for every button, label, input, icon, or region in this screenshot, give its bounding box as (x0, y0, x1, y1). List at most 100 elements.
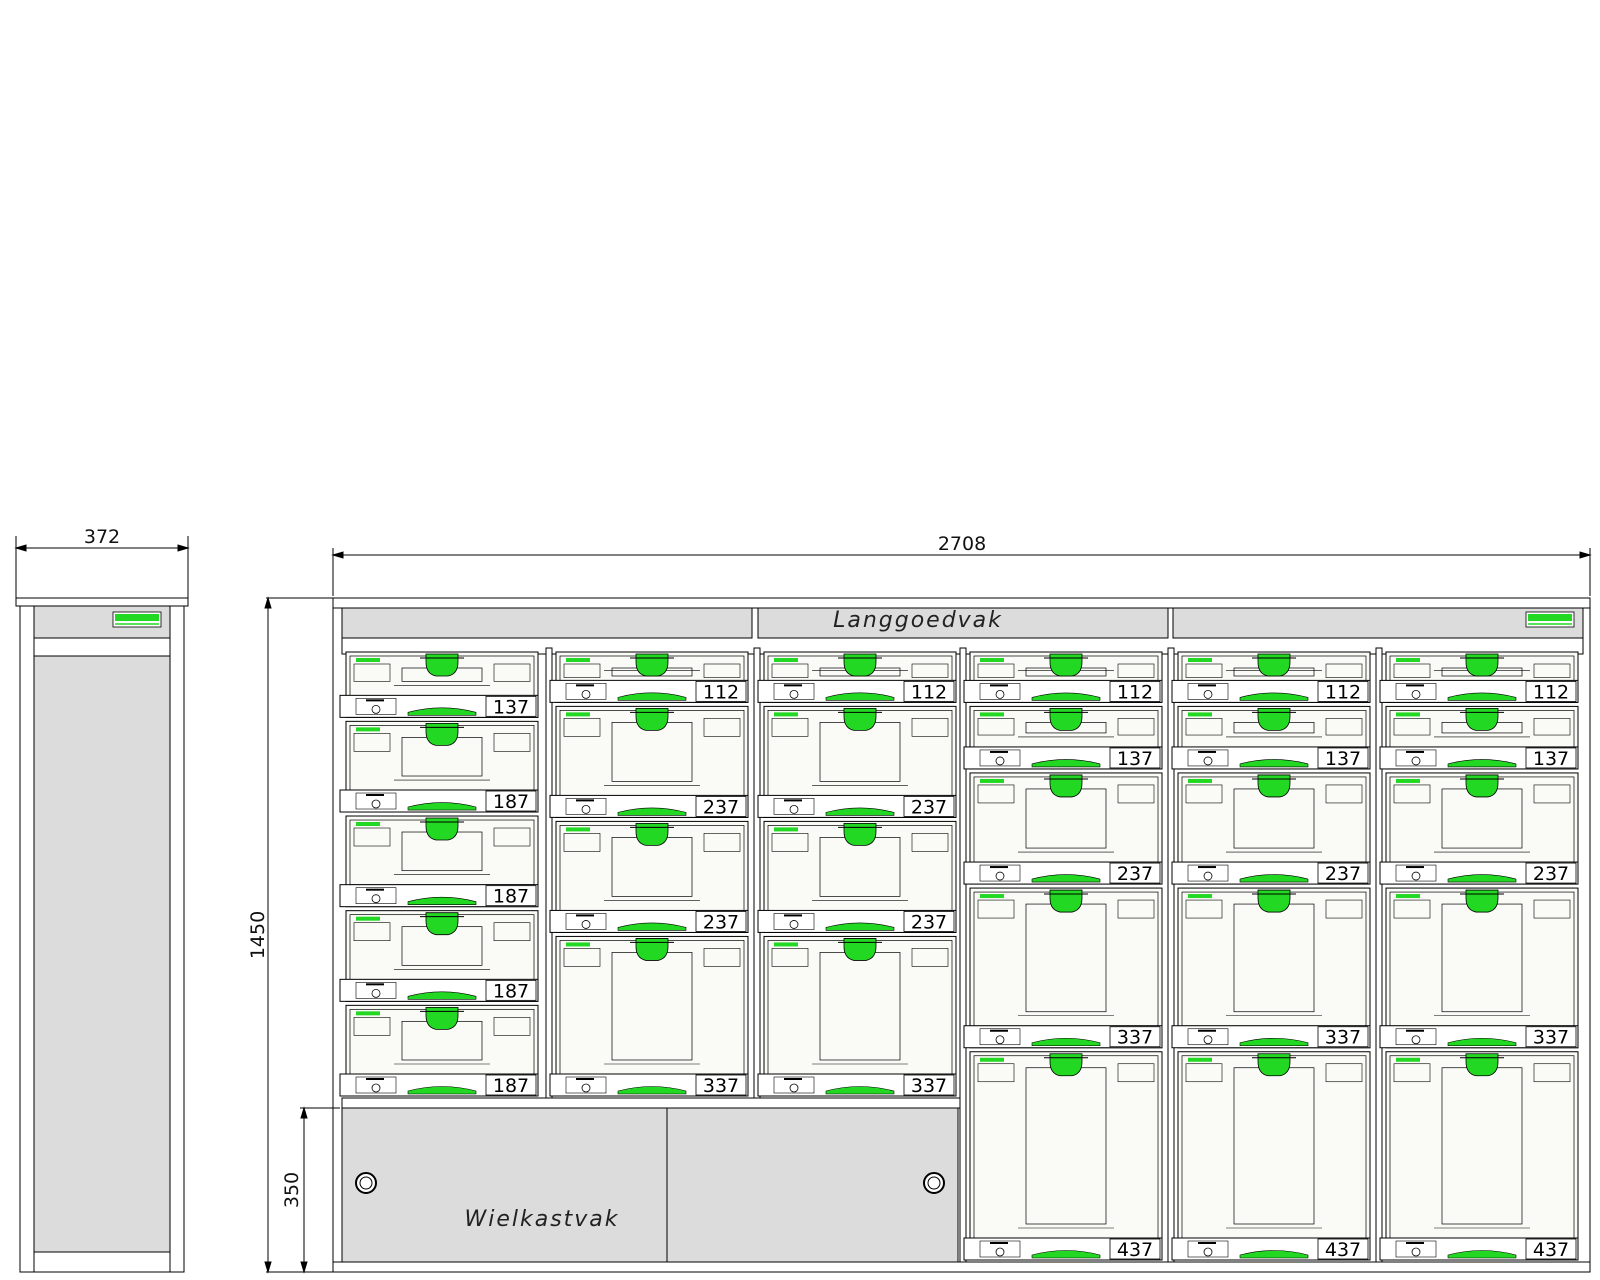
handle-icon[interactable] (1257, 889, 1291, 913)
systainer-case[interactable]: 237 (549, 705, 749, 818)
handle-icon[interactable] (635, 938, 669, 961)
latch-icon (371, 1083, 381, 1093)
latch-icon (789, 920, 799, 929)
top-compartment-label: Langgoedvak (833, 608, 1003, 633)
latch-icon (995, 1035, 1005, 1045)
handle-icon[interactable] (425, 1006, 459, 1030)
systainer-size-label: 112 (1533, 681, 1569, 703)
latch-icon (1203, 690, 1213, 699)
systainer-case[interactable]: 137 (339, 651, 539, 718)
systainer-case[interactable]: 112 (757, 651, 957, 703)
handle-icon[interactable] (635, 822, 669, 846)
handle-icon[interactable] (843, 938, 877, 961)
handle-icon[interactable] (1257, 653, 1291, 677)
latch-icon (789, 689, 799, 699)
handle-icon[interactable] (1049, 653, 1083, 677)
latch-icon (789, 804, 799, 814)
handle-icon[interactable] (425, 653, 459, 677)
handle-icon[interactable] (425, 912, 459, 936)
systainer-case[interactable]: 237 (757, 820, 957, 933)
systainer-size-label: 112 (1325, 681, 1361, 703)
systainer-case[interactable]: 112 (549, 651, 749, 703)
handle-icon[interactable] (843, 707, 877, 731)
systainer-case[interactable]: 237 (1379, 772, 1579, 885)
handle-icon[interactable] (1465, 653, 1499, 677)
handle-icon[interactable] (1049, 889, 1083, 913)
systainer-size-label: 337 (703, 1075, 739, 1097)
lower-height-dimension: 350 (281, 1172, 303, 1208)
handle-icon[interactable] (1049, 708, 1083, 731)
handle-icon[interactable] (1465, 774, 1499, 798)
handle-icon[interactable] (635, 707, 669, 731)
handle-icon[interactable] (843, 822, 877, 846)
latch-icon (581, 804, 591, 814)
latch-icon (789, 1083, 799, 1093)
systainer-case[interactable]: 237 (757, 705, 957, 818)
handle-icon[interactable] (425, 817, 459, 841)
systainer-case[interactable]: 337 (963, 887, 1163, 1049)
handle-icon[interactable] (1257, 1053, 1291, 1077)
handle-icon[interactable] (1049, 774, 1083, 798)
systainer-case[interactable]: 337 (1379, 887, 1579, 1049)
latch-icon (1203, 756, 1213, 766)
handle-icon[interactable] (1257, 774, 1291, 798)
handle-icon[interactable] (425, 722, 459, 746)
systainer-size-label: 187 (493, 791, 529, 813)
latch-icon (1203, 1035, 1213, 1045)
door-knob-left[interactable] (355, 1172, 377, 1194)
systainer-case[interactable]: 187 (339, 815, 539, 908)
systainer-case[interactable]: 137 (963, 705, 1163, 770)
systainer-size-label: 437 (1533, 1239, 1569, 1261)
handle-icon[interactable] (1465, 708, 1499, 731)
systainer-case[interactable]: 437 (963, 1051, 1163, 1261)
latch-icon (371, 894, 381, 904)
systainer-size-label: 112 (911, 681, 947, 703)
door-knob-right[interactable] (923, 1172, 945, 1194)
handle-icon[interactable] (1049, 1053, 1083, 1077)
systainer-size-label: 187 (493, 980, 529, 1002)
systainer-case[interactable]: 237 (549, 820, 749, 933)
systainer-size-label: 237 (911, 911, 947, 933)
systainer-case[interactable]: 137 (1171, 705, 1371, 770)
systainer-case[interactable]: 337 (549, 935, 749, 1097)
handle-icon[interactable] (1257, 708, 1291, 731)
latch-icon (581, 920, 591, 929)
total-height-dimension: 1450 (247, 911, 269, 959)
handle-icon[interactable] (1465, 889, 1499, 913)
systainer-case[interactable]: 187 (339, 910, 539, 1003)
systainer-case[interactable]: 337 (1171, 887, 1371, 1049)
systainer-size-label: 187 (493, 886, 529, 908)
latch-icon (1411, 1035, 1421, 1045)
systainer-size-label: 137 (1533, 748, 1569, 770)
systainer-case[interactable]: 437 (1379, 1051, 1579, 1261)
systainer-case[interactable]: 112 (1171, 651, 1371, 703)
systainer-case[interactable]: 187 (339, 720, 539, 813)
systainer-size-label: 237 (1117, 863, 1153, 885)
handle-icon[interactable] (1465, 1053, 1499, 1077)
systainer-size-label: 187 (493, 1075, 529, 1097)
latch-icon (1411, 871, 1421, 881)
systainer-size-label: 437 (1325, 1239, 1361, 1261)
systainer-case[interactable]: 437 (1171, 1051, 1371, 1261)
systainer-size-label: 137 (1117, 748, 1153, 770)
latch-icon (1203, 871, 1213, 881)
systainer-case[interactable]: 112 (963, 651, 1163, 703)
latch-icon (581, 1083, 591, 1093)
systainer-case[interactable]: 237 (1171, 772, 1371, 885)
systainer-size-label: 337 (1533, 1027, 1569, 1049)
handle-icon[interactable] (843, 653, 877, 677)
latch-icon (371, 799, 381, 809)
systainer-size-label: 137 (1325, 748, 1361, 770)
systainer-case[interactable]: 137 (1379, 705, 1579, 770)
handle-icon[interactable] (635, 653, 669, 677)
latch-icon (995, 690, 1005, 699)
systainer-case[interactable]: 112 (1379, 651, 1579, 703)
latch-icon (1411, 756, 1421, 766)
systainer-case[interactable]: 337 (757, 935, 957, 1097)
systainer-size-label: 337 (911, 1075, 947, 1097)
systainer-case[interactable]: 237 (963, 772, 1163, 885)
systainer-case[interactable]: 187 (339, 1004, 539, 1097)
total-width-dimension: 2708 (938, 533, 986, 555)
latch-icon (995, 756, 1005, 766)
latch-icon (995, 1247, 1005, 1257)
